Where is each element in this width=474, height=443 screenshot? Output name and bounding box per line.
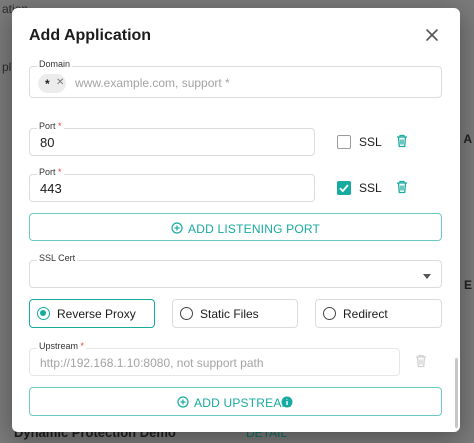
trash-icon bbox=[415, 354, 427, 368]
chip-remove-icon[interactable]: ✕ bbox=[56, 77, 64, 88]
domain-chip[interactable]: * ✕ bbox=[38, 74, 66, 93]
ssl-cert-select[interactable] bbox=[29, 260, 442, 288]
upstream-input[interactable]: http://192.168.1.10:8080, not support pa… bbox=[29, 348, 400, 376]
background-letter: E bbox=[463, 278, 472, 292]
add-upstream-button[interactable]: ADD UPSTREAM bbox=[29, 387, 442, 416]
ssl-checkbox-2[interactable] bbox=[337, 181, 351, 195]
required-mark: * bbox=[58, 121, 62, 131]
info-badge-icon[interactable] bbox=[281, 396, 293, 408]
dialog-title: Add Application bbox=[29, 27, 152, 44]
add-upstream-label: ADD UPSTREAM bbox=[194, 396, 292, 410]
ssl-checkbox-1[interactable] bbox=[337, 135, 351, 149]
chevron-down-icon bbox=[423, 274, 431, 279]
mode-redirect[interactable]: Redirect bbox=[315, 299, 442, 328]
domain-chip-label: * bbox=[45, 77, 50, 91]
mode-label: Static Files bbox=[200, 307, 259, 321]
ssl-cert-label: SSL Cert bbox=[37, 253, 78, 263]
ssl-label: SSL bbox=[359, 135, 382, 149]
plus-circle-icon bbox=[177, 396, 189, 408]
trash-icon[interactable] bbox=[396, 134, 408, 148]
dialog-scrollbar[interactable] bbox=[455, 358, 458, 428]
port-label-text: Port bbox=[39, 167, 56, 177]
background-right-edge: A E bbox=[460, 90, 474, 420]
trash-icon[interactable] bbox=[396, 180, 408, 194]
port-label: Port * bbox=[37, 167, 64, 177]
background-letter: A bbox=[463, 132, 472, 146]
check-icon bbox=[339, 184, 349, 193]
ssl-label: SSL bbox=[359, 181, 382, 195]
port-input-1[interactable]: 80 bbox=[29, 128, 315, 156]
add-listening-port-button[interactable]: ADD LISTENING PORT bbox=[29, 213, 442, 241]
domain-placeholder: www.example.com, support * bbox=[75, 76, 230, 90]
add-listening-port-label: ADD LISTENING PORT bbox=[188, 222, 321, 236]
upstream-placeholder: http://192.168.1.10:8080, not support pa… bbox=[40, 356, 264, 370]
required-mark: * bbox=[80, 341, 85, 351]
mode-label: Reverse Proxy bbox=[57, 307, 136, 321]
upstream-label-text: Upstream bbox=[39, 341, 79, 351]
mode-label: Redirect bbox=[343, 307, 388, 321]
upstream-label: Upstream * bbox=[37, 341, 87, 351]
add-application-dialog: Add Application * ✕ www.example.com, sup… bbox=[12, 8, 460, 432]
plus-circle-icon bbox=[171, 222, 183, 234]
radio-button[interactable] bbox=[180, 307, 193, 320]
port-input-2[interactable]: 443 bbox=[29, 174, 315, 202]
domain-field[interactable]: * ✕ www.example.com, support * bbox=[29, 66, 442, 98]
dialog-header: Add Application bbox=[12, 8, 460, 60]
mode-static-files[interactable]: Static Files bbox=[172, 299, 298, 328]
port-value: 443 bbox=[40, 181, 62, 196]
port-label: Port * bbox=[37, 121, 64, 131]
radio-button[interactable] bbox=[323, 307, 336, 320]
mode-reverse-proxy[interactable]: Reverse Proxy bbox=[29, 299, 155, 328]
domain-label: Domain bbox=[37, 59, 73, 69]
port-label-text: Port bbox=[39, 121, 56, 131]
port-value: 80 bbox=[40, 135, 55, 150]
radio-button[interactable] bbox=[37, 307, 50, 320]
close-icon[interactable] bbox=[424, 27, 440, 43]
required-mark: * bbox=[58, 167, 62, 177]
